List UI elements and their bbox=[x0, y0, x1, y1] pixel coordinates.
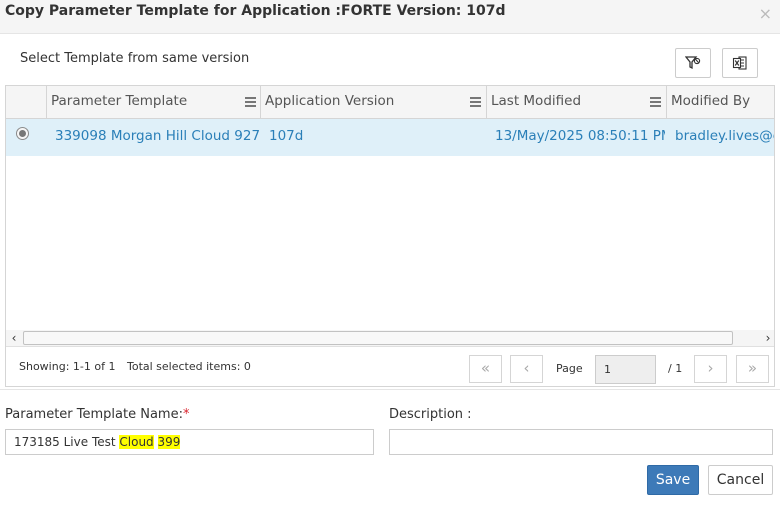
page-number-input[interactable]: 1 bbox=[595, 355, 656, 384]
cell-application-version: 107d bbox=[269, 128, 304, 144]
export-excel-button[interactable] bbox=[722, 48, 758, 78]
column-menu-icon[interactable] bbox=[470, 97, 481, 107]
save-button[interactable]: Save bbox=[647, 465, 699, 495]
highlighted-word: 399 bbox=[157, 435, 181, 449]
filter-reset-icon bbox=[685, 56, 701, 70]
cell-modified-by: bradley.lives@cs bbox=[675, 128, 774, 144]
page-total: / 1 bbox=[668, 362, 683, 375]
template-name-input[interactable]: 173185 Live Test Cloud 399 bbox=[5, 429, 374, 455]
selected-count: Total selected items: 0 bbox=[127, 360, 251, 373]
scrollbar-thumb[interactable] bbox=[23, 331, 733, 345]
cancel-button[interactable]: Cancel bbox=[708, 465, 773, 495]
description-label: Description : bbox=[389, 407, 472, 422]
close-icon[interactable]: × bbox=[759, 6, 772, 22]
dialog-header: Copy Parameter Template for Application … bbox=[0, 0, 780, 34]
previous-page-button[interactable]: ‹ bbox=[510, 355, 543, 383]
next-page-button[interactable]: › bbox=[694, 355, 727, 383]
template-name-value: 173185 Live Test bbox=[14, 435, 120, 449]
scroll-left-arrow[interactable]: ‹ bbox=[6, 330, 22, 346]
grid-header: Parameter Template Application Version L… bbox=[6, 86, 774, 119]
row-radio[interactable] bbox=[16, 127, 29, 140]
dialog-title: Copy Parameter Template for Application … bbox=[5, 3, 506, 19]
column-header-modified-by[interactable]: Modified By bbox=[667, 86, 774, 119]
excel-export-icon bbox=[732, 56, 747, 70]
column-label: Parameter Template bbox=[51, 93, 188, 109]
column-header-application-version[interactable]: Application Version bbox=[261, 86, 487, 119]
template-grid: Parameter Template Application Version L… bbox=[5, 85, 775, 387]
column-label: Last Modified bbox=[491, 93, 582, 109]
value-space bbox=[154, 435, 158, 449]
section-subtitle: Select Template from same version bbox=[20, 51, 250, 66]
page-label: Page bbox=[556, 362, 583, 375]
select-column-header bbox=[6, 86, 47, 119]
last-page-button[interactable]: » bbox=[736, 355, 769, 383]
column-header-last-modified[interactable]: Last Modified bbox=[487, 86, 667, 119]
column-menu-icon[interactable] bbox=[245, 97, 256, 107]
cell-parameter-template[interactable]: 339098 Morgan Hill Cloud 927 ... bbox=[55, 119, 261, 156]
horizontal-scrollbar[interactable]: ‹ › bbox=[6, 330, 774, 346]
description-input[interactable] bbox=[389, 429, 773, 455]
first-page-button[interactable]: « bbox=[469, 355, 502, 383]
column-label: Modified By bbox=[671, 93, 751, 109]
scroll-right-arrow[interactable]: › bbox=[760, 330, 774, 346]
column-menu-icon[interactable] bbox=[650, 97, 661, 107]
template-name-label: Parameter Template Name:* bbox=[5, 407, 189, 422]
reset-filter-button[interactable] bbox=[675, 48, 711, 78]
required-asterisk: * bbox=[182, 407, 190, 422]
table-row[interactable]: 339098 Morgan Hill Cloud 927 ... 107d 13… bbox=[6, 119, 774, 156]
column-header-parameter-template[interactable]: Parameter Template bbox=[47, 86, 261, 119]
divider bbox=[0, 389, 780, 390]
template-name-label-text: Parameter Template Name: bbox=[5, 407, 183, 422]
column-label: Application Version bbox=[265, 93, 395, 109]
showing-count: Showing: 1-1 of 1 bbox=[19, 360, 116, 373]
cell-last-modified: 13/May/2025 08:50:11 PM bbox=[495, 128, 665, 144]
grid-pager: Showing: 1-1 of 1 Total selected items: … bbox=[6, 346, 774, 386]
highlighted-word: Cloud bbox=[119, 435, 154, 449]
